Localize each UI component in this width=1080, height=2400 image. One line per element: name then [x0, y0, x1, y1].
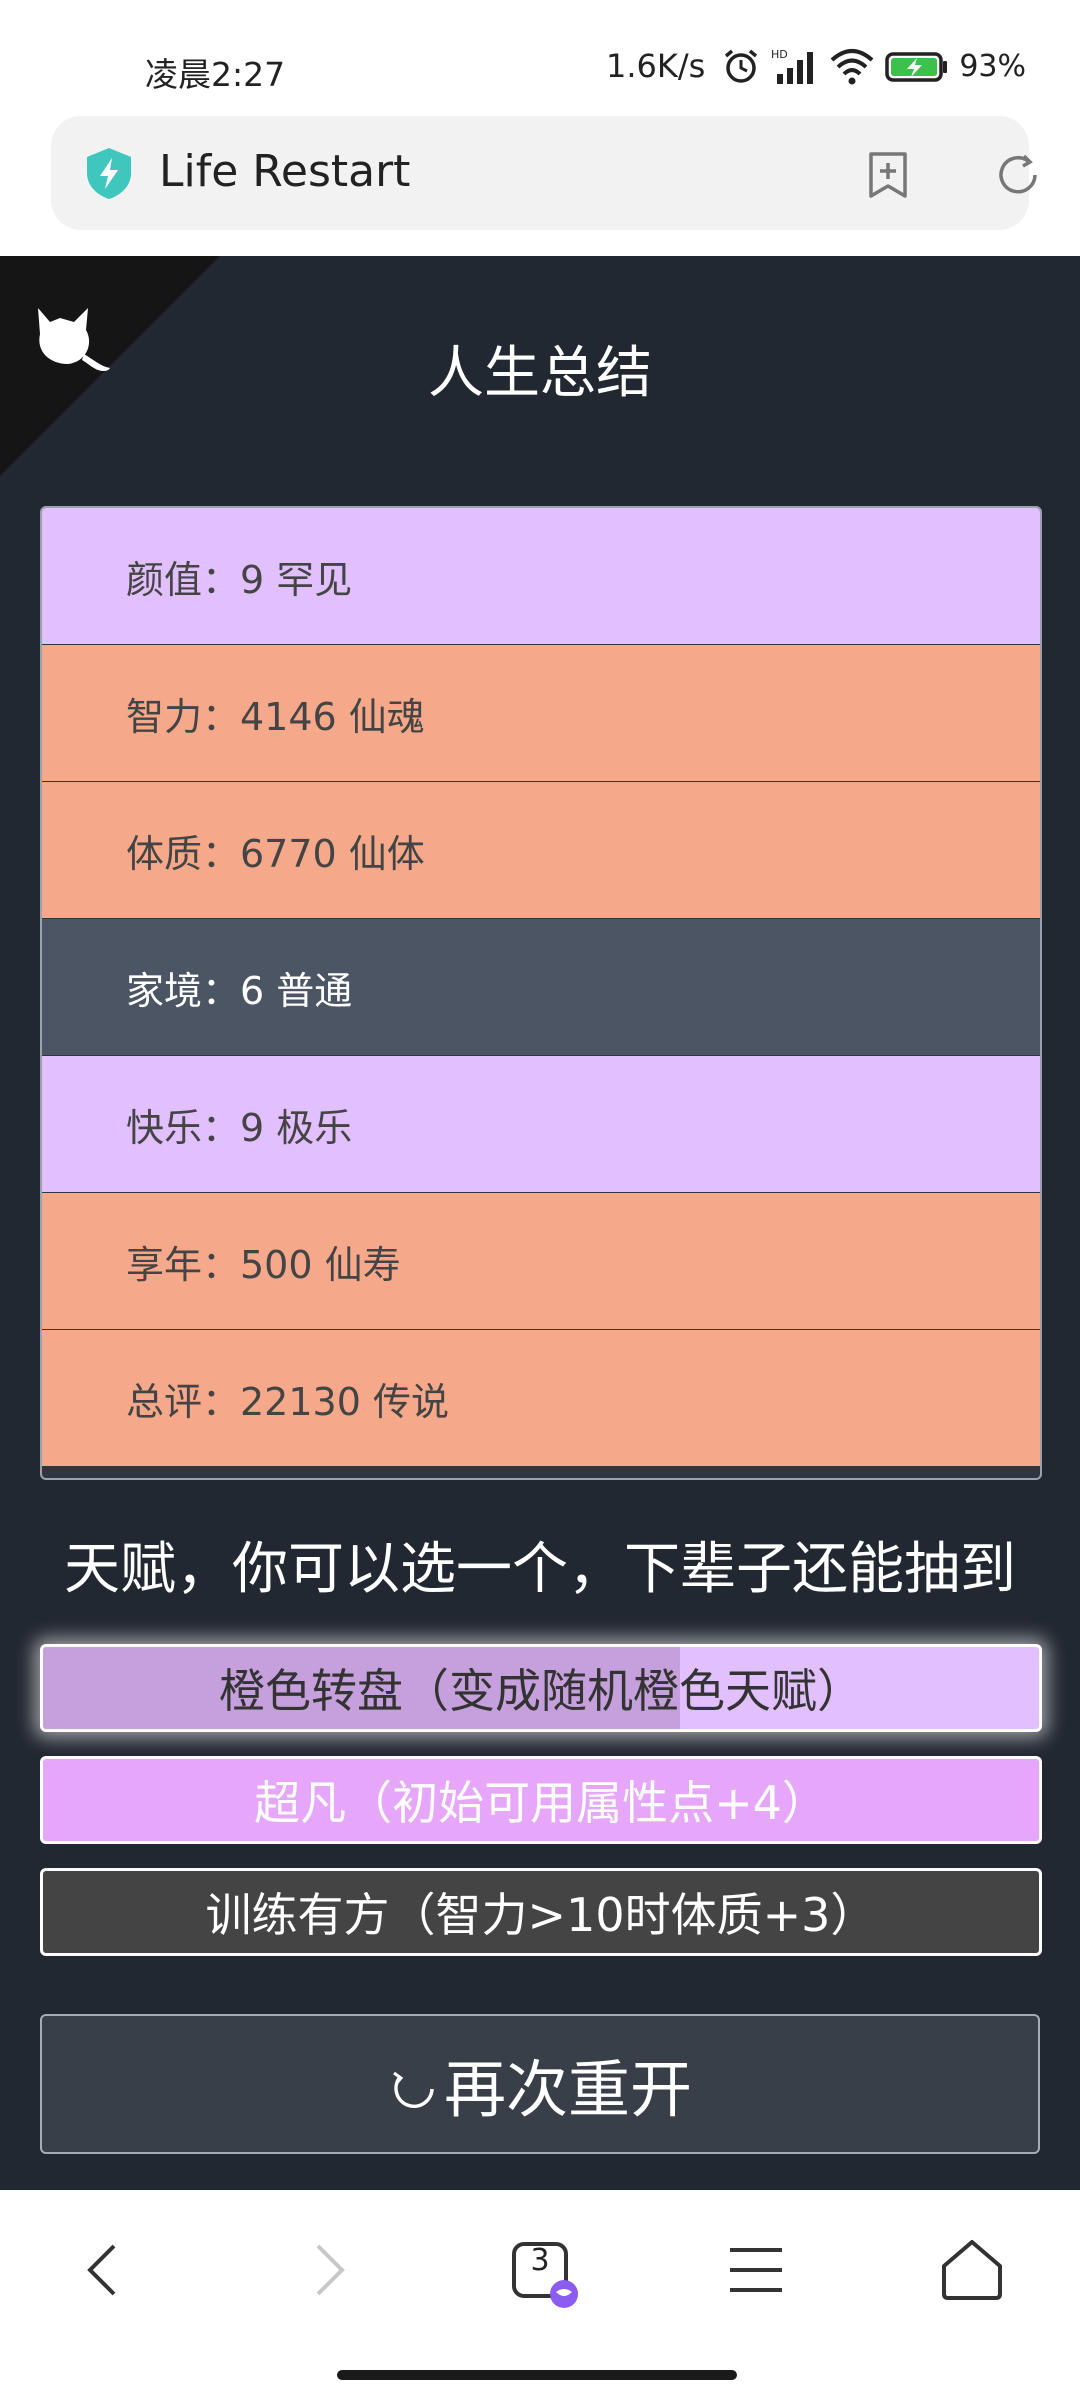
talent-label: 橙色转盘（变成随机橙色天赋） [219, 1664, 863, 1718]
talent-option-extraordinary[interactable]: 超凡（初始可用属性点+4） [40, 1756, 1042, 1844]
alarm-icon [725, 49, 758, 83]
restart-icon [393, 2071, 434, 2109]
talent-heading: 天赋，你可以选一个，下辈子还能抽到 [64, 1537, 1016, 1602]
summary-row-charm: 颜值：9 罕见 [42, 508, 1040, 644]
summary-row-intelligence: 智力：4146 仙魂 [42, 645, 1040, 781]
status-bar: 凌晨2:27 1.6K/s HD 93% [0, 0, 1080, 110]
svg-text:HD: HD [771, 48, 788, 61]
address-bar[interactable]: Life Restart [51, 116, 1037, 230]
talent-option-orange-wheel[interactable]: 橙色转盘（变成随机橙色天赋） [40, 1644, 1042, 1732]
shield-icon [87, 148, 131, 199]
battery-percent: 93% [959, 48, 1026, 84]
summary-row-lifespan: 享年：500 仙寿 [42, 1193, 1040, 1329]
summary-row-total: 总评：22130 传说 [42, 1330, 1040, 1466]
restart-button[interactable]: 再次重开 [40, 2014, 1040, 2154]
talent-label: 超凡（初始可用属性点+4） [254, 1776, 828, 1830]
wifi-icon [830, 49, 874, 85]
tab-count[interactable]: 3 [512, 2233, 568, 2289]
reload-icon[interactable] [991, 148, 1045, 202]
summary-row-strength: 体质：6770 仙体 [42, 782, 1040, 918]
add-bookmark-icon[interactable] [861, 148, 915, 202]
summary-row-family: 家境：6 普通 [42, 919, 1040, 1055]
net-speed: 1.6K/s [605, 47, 706, 85]
back-icon[interactable] [66, 2230, 146, 2310]
status-icons: 1.6K/s HD 93% [606, 44, 1026, 88]
browser-bottom-nav [0, 2190, 1080, 2400]
status-time: 凌晨2:27 [145, 55, 286, 94]
forward-icon[interactable] [286, 2230, 366, 2310]
summary-row-happiness: 快乐：9 极乐 [42, 1056, 1040, 1192]
menu-icon[interactable] [716, 2230, 796, 2310]
signal-icon: HD [771, 48, 814, 84]
web-content: 人生总结 颜值：9 罕见 智力：4146 仙魂 体质：6770 仙体 家境：6 … [0, 256, 1080, 2190]
restart-label: 再次重开 [443, 2053, 692, 2126]
talent-label: 训练有方（智力>10时体质+3） [205, 1888, 877, 1942]
talent-option-training[interactable]: 训练有方（智力>10时体质+3） [40, 1868, 1042, 1956]
life-summary-list: 颜值：9 罕见 智力：4146 仙魂 体质：6770 仙体 家境：6 普通 快乐… [40, 506, 1042, 1480]
battery-icon [885, 52, 948, 82]
page-url-title[interactable]: Life Restart [159, 146, 410, 197]
page-title: 人生总结 [428, 341, 652, 406]
home-icon[interactable] [932, 2230, 1012, 2310]
home-indicator [337, 2370, 737, 2380]
